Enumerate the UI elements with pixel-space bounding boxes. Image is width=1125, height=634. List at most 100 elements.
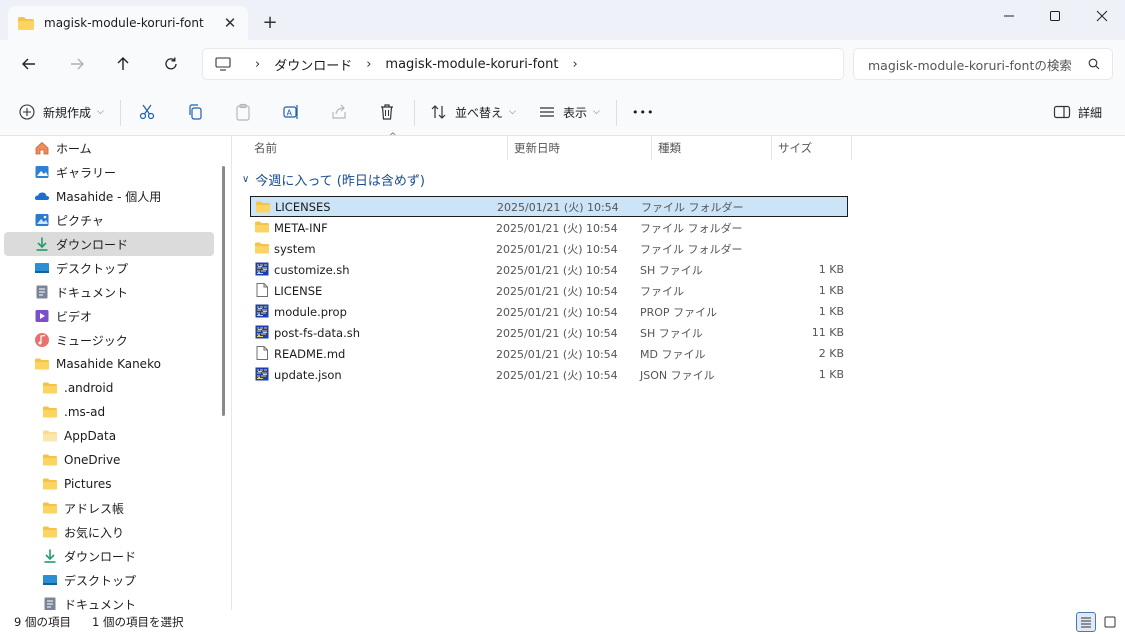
details-view-button[interactable] xyxy=(1076,612,1096,632)
new-tab-button[interactable]: + xyxy=(258,12,282,36)
sidebar-item-onedrive[interactable]: Masahide - 個人用 xyxy=(4,184,214,208)
file-row[interactable]: module.prop 2025/01/21 (火) 10:54 PROP ファイル… xyxy=(250,301,848,322)
sidebar-item-label: AppData xyxy=(64,429,117,443)
sidebar-scrollbar[interactable] xyxy=(222,166,225,416)
up-button[interactable] xyxy=(108,50,138,78)
sidebar-item-favorites[interactable]: お気に入り xyxy=(4,520,214,544)
sidebar-item-onedrive-folder[interactable]: OneDrive xyxy=(4,448,214,472)
close-button[interactable] xyxy=(1079,0,1125,32)
sidebar-item-user-folder[interactable]: Masahide Kaneko xyxy=(4,352,214,376)
sidebar-item-desktop[interactable]: デスクトップ xyxy=(4,256,214,280)
chevron-down-icon: ⌵ xyxy=(509,107,516,117)
search-icon xyxy=(1088,58,1100,70)
file-size: 1 KB xyxy=(818,263,844,276)
refresh-button[interactable] xyxy=(156,50,186,78)
details-pane-button[interactable]: 詳細 xyxy=(1053,100,1102,124)
column-header-size[interactable]: サイズ xyxy=(772,136,852,160)
file-type: ファイル フォルダー xyxy=(640,221,743,235)
group-header[interactable]: ∨ 今週に入って (昨日は含めず) xyxy=(242,170,425,189)
navigation-pane: ホーム ギャラリー Masahide - 個人用 ピクチャ ダウンロード デスク… xyxy=(0,136,232,610)
chevron-right-icon[interactable]: › xyxy=(366,57,371,72)
sidebar-item-label: ギャラリー xyxy=(56,165,117,180)
address-bar-area: › ダウンロード › magisk-module-koruri-font › m… xyxy=(0,40,1125,88)
file-row[interactable]: post-fs-data.sh 2025/01/21 (火) 10:54 SH ファ… xyxy=(250,322,848,343)
sidebar-item-user-downloads[interactable]: ダウンロード xyxy=(4,544,214,568)
sidebar-item-appdata[interactable]: AppData xyxy=(4,424,214,448)
copy-button[interactable] xyxy=(186,100,204,124)
more-options-button[interactable]: ••• xyxy=(632,100,654,124)
view-button[interactable]: 表示 ⌵ xyxy=(538,100,600,124)
sidebar-item-user-documents[interactable]: ドキュメント xyxy=(4,592,214,610)
view-label: 表示 xyxy=(563,105,588,120)
file-row[interactable]: system 2025/01/21 (火) 10:54 ファイル フォルダー xyxy=(250,238,848,259)
tiles-view-button[interactable] xyxy=(1100,612,1120,632)
file-row[interactable]: LICENSES 2025/01/21 (火) 10:54 ファイル フォルダー xyxy=(250,196,848,217)
share-button[interactable] xyxy=(330,100,348,124)
title-bar: magisk-module-koruri-font ✕ + xyxy=(0,0,1125,40)
scissors-icon xyxy=(139,104,155,120)
sidebar-item-android[interactable]: .android xyxy=(4,376,214,400)
selection-count: 1 個の項目を選択 xyxy=(92,615,184,629)
sidebar-item-address-book[interactable]: アドレス帳 xyxy=(4,496,214,520)
sidebar-item-downloads[interactable]: ダウンロード xyxy=(4,232,214,256)
folder-icon xyxy=(42,404,58,420)
minimize-button[interactable] xyxy=(986,0,1032,32)
plus-circle-icon xyxy=(19,104,35,120)
cut-button[interactable] xyxy=(138,100,156,124)
sidebar-item-user-desktop[interactable]: デスクトップ xyxy=(4,568,214,592)
file-name: META-INF xyxy=(274,220,328,235)
tab-close-icon[interactable]: ✕ xyxy=(216,14,244,32)
details-label: 詳細 xyxy=(1078,105,1103,120)
file-date: 2025/01/21 (火) 10:54 xyxy=(496,305,618,319)
file-type: MD ファイル xyxy=(640,347,706,361)
folder-icon xyxy=(42,452,58,468)
file-row[interactable]: update.json 2025/01/21 (火) 10:54 JSON ファイル… xyxy=(250,364,848,385)
sidebar-item-label: ドキュメント xyxy=(56,285,129,300)
file-list: 名前 ^ 更新日時 種類 サイズ ∨ 今週に入って (昨日は含めず) LICEN… xyxy=(232,132,1125,610)
sidebar-item-videos[interactable]: ビデオ xyxy=(4,304,214,328)
sidebar-item-music[interactable]: ミュージック xyxy=(4,328,214,352)
chevron-right-icon[interactable]: › xyxy=(572,57,577,72)
file-row[interactable]: META-INF 2025/01/21 (火) 10:54 ファイル フォルダー xyxy=(250,217,848,238)
file-row[interactable]: customize.sh 2025/01/21 (火) 10:54 SH ファイル 1… xyxy=(250,259,848,280)
breadcrumb-current-folder[interactable]: magisk-module-koruri-font xyxy=(385,57,558,72)
search-input[interactable]: magisk-module-koruri-fontの検索 xyxy=(853,48,1113,80)
forward-button[interactable] xyxy=(62,50,92,78)
maximize-button[interactable] xyxy=(1032,0,1078,32)
sidebar-item-documents[interactable]: ドキュメント xyxy=(4,280,214,304)
delete-button[interactable] xyxy=(378,100,396,124)
sidebar-item-pictures-folder[interactable]: Pictures xyxy=(4,472,214,496)
file-name: LICENSE xyxy=(274,283,323,298)
sidebar-item-label: OneDrive xyxy=(64,453,121,467)
address-field[interactable]: › ダウンロード › magisk-module-koruri-font › xyxy=(202,48,844,80)
paste-button[interactable] xyxy=(234,100,252,124)
file-type: ファイル xyxy=(640,284,684,298)
blank-file-icon xyxy=(254,282,270,298)
sidebar-item-home[interactable]: ホーム xyxy=(4,136,214,160)
column-header-name[interactable]: 名前 ^ xyxy=(248,132,508,160)
status-bar: 9 個の項目 1 個の項目を選択 xyxy=(0,610,1125,634)
group-label: 今週に入って (昨日は含めず) xyxy=(255,174,425,189)
sidebar-item-label: ミュージック xyxy=(56,333,128,348)
tab-current[interactable]: magisk-module-koruri-font ✕ xyxy=(8,6,248,40)
music-icon xyxy=(34,332,50,348)
breadcrumb-downloads[interactable]: ダウンロード xyxy=(274,55,352,74)
desktop-icon xyxy=(42,572,58,588)
command-bar: 新規作成 ⌵ A 並べ替え ⌵ 表示 ⌵ ••• 詳細 xyxy=(0,88,1125,136)
sidebar-item-ms-ad[interactable]: .ms-ad xyxy=(4,400,214,424)
sort-button[interactable]: 並べ替え ⌵ xyxy=(430,100,516,124)
file-row[interactable]: README.md 2025/01/21 (火) 10:54 MD ファイル 2 KB xyxy=(250,343,848,364)
column-header-date[interactable]: 更新日時 xyxy=(508,136,652,160)
file-row[interactable]: LICENSE 2025/01/21 (火) 10:54 ファイル 1 KB xyxy=(250,280,848,301)
chevron-right-icon[interactable]: › xyxy=(255,57,260,72)
rename-button[interactable]: A xyxy=(282,100,300,124)
sidebar-item-pictures[interactable]: ピクチャ xyxy=(4,208,214,232)
column-header-type[interactable]: 種類 xyxy=(652,136,772,160)
file-type: SH ファイル xyxy=(640,326,703,340)
sidebar-item-label: Pictures xyxy=(64,477,112,491)
sidebar-item-gallery[interactable]: ギャラリー xyxy=(4,160,214,184)
blank-file-icon xyxy=(254,345,270,361)
pictures-icon xyxy=(34,212,50,228)
new-button[interactable]: 新規作成 ⌵ xyxy=(18,100,104,124)
back-button[interactable] xyxy=(14,50,44,78)
